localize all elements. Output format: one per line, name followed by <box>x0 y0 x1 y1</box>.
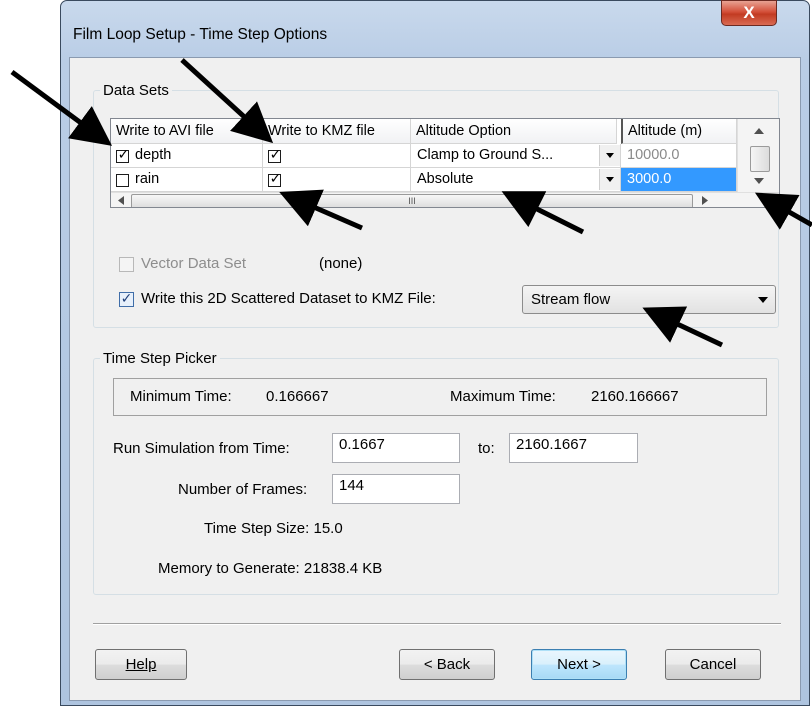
scroll-right-icon[interactable] <box>696 193 714 208</box>
dataset-name-depth: depth <box>135 147 172 163</box>
stream-flow-select-value: Stream flow <box>531 291 611 308</box>
data-sets-group-label: Data Sets <box>100 82 172 99</box>
avi-checkbox-depth[interactable]: ✓ <box>116 146 130 163</box>
kmz-checkbox-depth[interactable]: ✓ <box>268 146 282 163</box>
number-of-frames-input[interactable]: 144 <box>332 474 460 504</box>
back-button[interactable]: < Back <box>399 649 495 680</box>
avi-cell-rain[interactable]: rain <box>111 168 263 192</box>
number-of-frames-label: Number of Frames: <box>178 481 308 498</box>
time-range-panel: Minimum Time: 0.166667 Maximum Time: 216… <box>113 378 767 416</box>
window-title: Film Loop Setup - Time Step Options <box>73 26 328 43</box>
time-step-size-text: Time Step Size: 15.0 <box>204 520 343 537</box>
column-header-kmz[interactable]: Write to KMZ file <box>263 119 411 144</box>
run-to-input[interactable]: 2160.1667 <box>509 433 638 463</box>
next-button-label: Next > <box>557 656 601 673</box>
vertical-scrollbar[interactable] <box>737 119 780 193</box>
scattered-dataset-label: Write this 2D Scattered Dataset to KMZ F… <box>141 290 436 307</box>
vertical-scroll-thumb[interactable] <box>750 146 770 172</box>
scroll-down-icon[interactable] <box>738 171 780 193</box>
horizontal-scrollbar[interactable]: III <box>111 192 779 208</box>
chevron-down-icon <box>606 177 614 182</box>
check-icon: ✓ <box>120 290 133 306</box>
altitude-option-dropdown-rain[interactable] <box>599 169 620 190</box>
memory-to-generate-text: Memory to Generate: 21838.4 KB <box>158 560 383 577</box>
chevron-down-icon <box>606 153 614 158</box>
altitude-option-value-depth: Clamp to Ground S... <box>417 147 554 163</box>
dialog-window: Film Loop Setup - Time Step Options X Da… <box>60 0 810 706</box>
check-icon: ✓ <box>269 170 282 186</box>
title-bar[interactable]: Film Loop Setup - Time Step Options X <box>61 0 809 61</box>
altitude-value-rain: 3000.0 <box>627 171 672 187</box>
check-icon: ✓ <box>269 146 282 162</box>
avi-checkbox-rain[interactable] <box>116 174 129 187</box>
chevron-down-icon <box>758 297 768 303</box>
altitude-option-value-rain: Absolute <box>417 171 474 187</box>
time-step-picker-group-label: Time Step Picker <box>100 350 220 367</box>
scroll-left-icon[interactable] <box>113 193 131 208</box>
cancel-button[interactable]: Cancel <box>665 649 761 680</box>
altitude-value-depth: 10000.0 <box>627 147 680 163</box>
cancel-button-label: Cancel <box>689 656 737 673</box>
vector-data-set-label: Vector Data Set <box>141 255 247 272</box>
altitude-option-dropdown-depth[interactable] <box>599 145 620 166</box>
dialog-client-area: Data Sets Write to AVI file Write to KMZ… <box>69 57 801 701</box>
column-header-altitude-option[interactable]: Altitude Option <box>411 119 617 144</box>
to-label: to: <box>478 440 495 457</box>
altitude-option-cell-depth[interactable]: Clamp to Ground S... <box>411 144 621 168</box>
minimum-time-label: Minimum Time: <box>130 388 232 405</box>
kmz-checkbox-rain[interactable]: ✓ <box>268 170 282 187</box>
avi-cell-depth[interactable]: ✓ depth <box>111 144 263 168</box>
scroll-up-icon[interactable] <box>738 119 780 141</box>
scroll-grip-icon: III <box>408 196 416 206</box>
maximum-time-label: Maximum Time: <box>450 388 556 405</box>
altitude-cell-depth: 10000.0 <box>621 144 737 168</box>
vector-data-set-value: (none) <box>319 255 363 272</box>
run-from-input[interactable]: 0.1667 <box>332 433 460 463</box>
vector-data-set-checkbox[interactable] <box>119 257 134 272</box>
column-header-avi[interactable]: Write to AVI file <box>111 119 263 144</box>
button-separator <box>93 623 781 625</box>
data-sets-grid[interactable]: Write to AVI file Write to KMZ file Alti… <box>110 118 780 208</box>
scattered-dataset-checkbox[interactable]: ✓ <box>119 290 134 307</box>
stream-flow-select[interactable]: Stream flow <box>522 285 776 314</box>
altitude-option-cell-rain[interactable]: Absolute <box>411 168 621 192</box>
run-from-label: Run Simulation from Time: <box>113 440 290 457</box>
back-button-label: < Back <box>423 656 471 673</box>
column-header-altitude[interactable]: Altitude (m) <box>621 119 737 144</box>
dataset-name-rain: rain <box>135 171 160 187</box>
kmz-cell-rain[interactable]: ✓ <box>263 168 411 192</box>
altitude-cell-rain[interactable]: 3000.0 <box>621 168 737 192</box>
help-button-label: Help <box>125 656 157 673</box>
minimum-time-value: 0.166667 <box>266 388 329 405</box>
kmz-cell-depth[interactable]: ✓ <box>263 144 411 168</box>
close-button[interactable]: X <box>721 0 777 26</box>
help-button[interactable]: Help <box>95 649 187 680</box>
horizontal-scroll-thumb[interactable]: III <box>131 194 693 207</box>
next-button[interactable]: Next > <box>531 649 627 680</box>
close-icon: X <box>743 3 755 22</box>
maximum-time-value: 2160.166667 <box>591 388 679 405</box>
check-icon: ✓ <box>117 146 130 162</box>
